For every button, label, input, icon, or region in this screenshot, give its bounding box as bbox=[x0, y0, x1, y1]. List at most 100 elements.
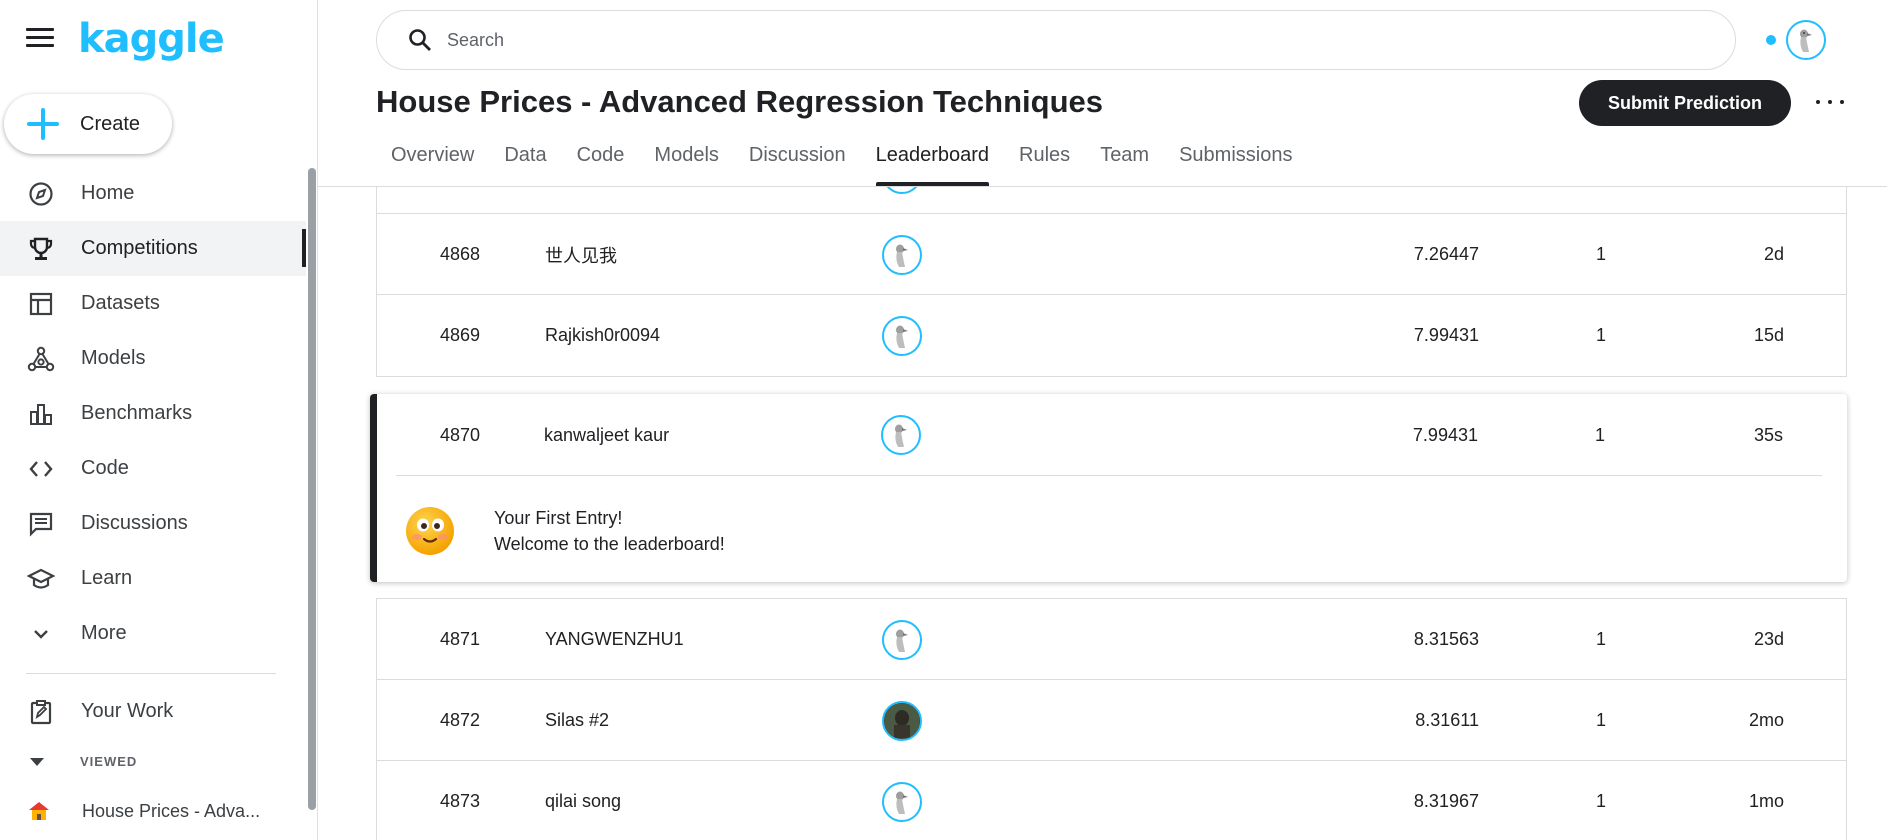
rank-cell: 4871 bbox=[439, 629, 480, 649]
sidebar-item-home[interactable]: Home bbox=[0, 166, 306, 221]
sidebar-item-your-work[interactable]: Your Work bbox=[0, 684, 306, 739]
bar-chart-icon bbox=[26, 399, 56, 429]
comment-icon bbox=[26, 509, 56, 539]
sidebar-header: kaggle bbox=[0, 0, 318, 82]
team-avatar[interactable] bbox=[882, 315, 922, 356]
entries-cell: 1 bbox=[1594, 424, 1605, 445]
table-row[interactable]: 4871 YANGWENZHU1 8.31563 1 23d bbox=[377, 599, 1846, 680]
tab-team[interactable]: Team bbox=[1085, 138, 1164, 186]
photo-avatar-icon bbox=[885, 703, 919, 738]
score-cell: 8.31611 bbox=[1415, 710, 1479, 730]
last-submission-cell: 15d bbox=[1753, 325, 1784, 345]
team-avatar-cell bbox=[882, 761, 922, 840]
sidebar-item-competitions[interactable]: Competitions bbox=[0, 221, 306, 276]
leaderboard-table-top: 4868 世人见我 7.26447 1 2d 4869 Rajkish0r009… bbox=[376, 187, 1847, 377]
tab-discussion[interactable]: Discussion bbox=[734, 138, 861, 186]
entries-cell: 1 bbox=[1595, 325, 1606, 345]
table-row[interactable]: 4872 Silas #2 8.31611 1 2mo bbox=[377, 680, 1846, 761]
last-submission-cell: 2d bbox=[1763, 244, 1784, 264]
notification-dot bbox=[1766, 35, 1776, 45]
team-name-cell[interactable]: kanwaljeet kaur bbox=[544, 394, 669, 476]
leaderboard-area: 4868 世人见我 7.26447 1 2d 4869 Rajkish0r009… bbox=[318, 187, 1887, 840]
team-name-cell[interactable]: qilai song bbox=[545, 761, 621, 840]
team-name-cell[interactable]: 世人见我 bbox=[545, 214, 617, 295]
more-options-icon[interactable] bbox=[1816, 90, 1844, 114]
sidebar-item-label: Learn bbox=[81, 567, 133, 589]
entry-message-title: Your First Entry! bbox=[494, 508, 623, 528]
leaderboard-table-bottom: 4871 YANGWENZHU1 8.31563 1 23d 4872 Sila… bbox=[376, 598, 1847, 840]
team-avatar[interactable] bbox=[882, 234, 922, 275]
chevron-down-icon bbox=[26, 619, 56, 649]
team-name-cell[interactable]: YANGWENZHU1 bbox=[545, 599, 684, 680]
goose-avatar-icon bbox=[1800, 29, 1812, 52]
tab-code[interactable]: Code bbox=[562, 138, 640, 186]
team-avatar[interactable] bbox=[882, 619, 922, 660]
score-cell: 7.99431 bbox=[1413, 325, 1479, 345]
trophy-icon bbox=[26, 234, 56, 264]
your-entry-card: 4870 kanwaljeet kaur 7.99431 1 35s Your … bbox=[370, 394, 1847, 582]
create-button[interactable]: Create bbox=[4, 94, 172, 154]
table-row[interactable] bbox=[377, 187, 1846, 214]
entries-cell: 1 bbox=[1595, 791, 1606, 811]
team-avatar[interactable] bbox=[882, 700, 922, 741]
sidebar-item-discussions[interactable]: Discussions bbox=[0, 496, 306, 551]
competition-tabs: Overview Data Code Models Discussion Lea… bbox=[376, 138, 1307, 186]
tab-rules[interactable]: Rules bbox=[1004, 138, 1085, 186]
search-bar[interactable] bbox=[376, 10, 1736, 70]
viewed-section-toggle[interactable]: VIEWED bbox=[30, 754, 137, 769]
goose-avatar-icon bbox=[896, 791, 908, 814]
table-row[interactable]: 4869 Rajkish0r0094 7.99431 1 15d bbox=[377, 295, 1846, 376]
rank-cell: 4868 bbox=[439, 244, 480, 264]
sidebar-item-models[interactable]: Models bbox=[0, 331, 306, 386]
sidebar-item-datasets[interactable]: Datasets bbox=[0, 276, 306, 331]
rank-cell: 4869 bbox=[439, 325, 480, 345]
score-cell: 8.31563 bbox=[1413, 629, 1479, 649]
clipboard-edit-icon bbox=[26, 697, 56, 727]
goose-avatar-icon bbox=[896, 629, 908, 652]
tab-data[interactable]: Data bbox=[489, 138, 561, 186]
sidebar-scrollbar[interactable] bbox=[308, 168, 316, 810]
goose-avatar-icon bbox=[896, 244, 908, 267]
search-icon bbox=[409, 29, 431, 51]
user-avatar[interactable] bbox=[1786, 20, 1826, 60]
team-avatar[interactable] bbox=[882, 187, 922, 194]
goose-avatar-icon bbox=[887, 187, 917, 189]
tab-overview[interactable]: Overview bbox=[376, 138, 489, 186]
compass-icon bbox=[26, 179, 56, 209]
submit-prediction-button[interactable]: Submit Prediction bbox=[1579, 80, 1791, 126]
sidebar-item-more[interactable]: More bbox=[0, 606, 306, 661]
team-avatar[interactable] bbox=[882, 781, 922, 822]
viewed-item-house-prices[interactable]: House Prices - Adva... bbox=[28, 800, 260, 822]
code-icon bbox=[26, 454, 56, 484]
sidebar-item-label: Your Work bbox=[81, 700, 174, 722]
menu-icon[interactable] bbox=[26, 28, 54, 52]
sidebar: kaggle Create Home Competitions Datasets bbox=[0, 0, 318, 840]
entries-cell: 1 bbox=[1595, 710, 1606, 730]
entry-card-divider bbox=[396, 475, 1822, 476]
team-name-cell[interactable]: Rajkish0r0094 bbox=[545, 295, 660, 376]
last-submission-cell: 23d bbox=[1753, 629, 1784, 649]
last-submission-cell: 2mo bbox=[1748, 710, 1784, 730]
team-name-cell[interactable]: Silas #2 bbox=[545, 680, 609, 761]
goose-avatar-icon bbox=[895, 424, 907, 447]
search-input[interactable] bbox=[447, 29, 1647, 51]
tab-submissions[interactable]: Submissions bbox=[1164, 138, 1307, 186]
sidebar-item-label: Home bbox=[81, 182, 135, 204]
caret-down-icon bbox=[30, 757, 44, 766]
table-row[interactable]: 4873 qilai song 8.31967 1 1mo bbox=[377, 761, 1846, 840]
team-avatar-cell bbox=[881, 394, 921, 476]
sidebar-item-benchmarks[interactable]: Benchmarks bbox=[0, 386, 306, 441]
table-row-self[interactable]: 4870 kanwaljeet kaur 7.99431 1 35s bbox=[377, 394, 1847, 476]
tab-leaderboard[interactable]: Leaderboard bbox=[861, 138, 1004, 186]
sidebar-item-learn[interactable]: Learn bbox=[0, 551, 306, 606]
team-avatar-cell bbox=[882, 599, 922, 680]
sidebar-item-label: Benchmarks bbox=[81, 402, 193, 424]
team-avatar-cell bbox=[882, 295, 922, 376]
sidebar-item-label: Code bbox=[81, 457, 129, 479]
table-row[interactable]: 4868 世人见我 7.26447 1 2d bbox=[377, 214, 1846, 295]
kaggle-logo[interactable]: kaggle bbox=[78, 16, 225, 62]
team-avatar[interactable] bbox=[881, 415, 921, 455]
sidebar-nav: Home Competitions Datasets Models Benchm… bbox=[0, 166, 306, 661]
tab-models[interactable]: Models bbox=[639, 138, 733, 186]
sidebar-item-code[interactable]: Code bbox=[0, 441, 306, 496]
